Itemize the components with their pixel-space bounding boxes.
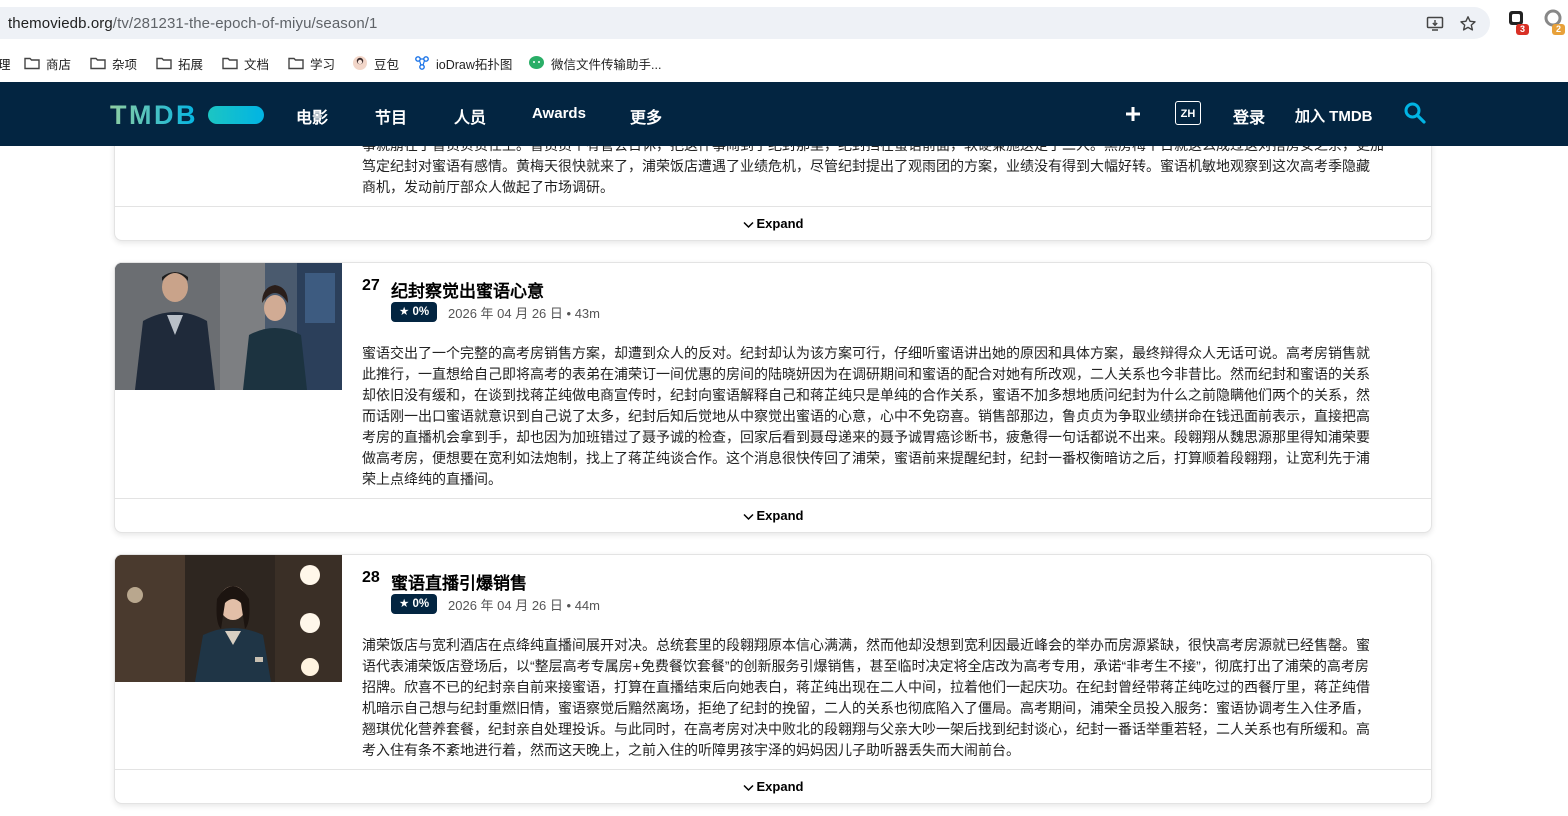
tmdb-logo[interactable]: TMDB <box>110 100 266 134</box>
extension-icon[interactable]: 2 <box>1543 8 1567 35</box>
episode-card: 27 纪封察觉出蜜语心意 ★ 0% 2026 年 04 月 26 日 • 43m… <box>114 262 1432 533</box>
overview-line: 招牌。欣喜不已的纪封亲自前来接蜜语，打算在直播结束后向她表白，蒋芷纯出现在二人中… <box>362 679 1370 695</box>
air-date: 2026 年 04 月 26 日 <box>448 306 563 321</box>
episode-title[interactable]: 蜜语直播引爆销售 <box>391 569 527 594</box>
tmdb-navbar: TMDB 电影 节目 人员 Awards 更多 ZH 登录 加入 TMDB <box>0 82 1568 146</box>
folder-icon <box>288 56 304 70</box>
extension-badge-count: 3 <box>1520 24 1526 34</box>
bookmark-label: 拓展 <box>178 57 204 72</box>
episode-meta: 2026 年 04 月 26 日 • 43m <box>448 306 600 321</box>
nav-link-people[interactable]: 人员 <box>454 104 486 128</box>
bookmark-label: ioDraw拓扑图 <box>436 57 513 72</box>
episode-still[interactable] <box>115 263 342 390</box>
bookmark-label: 学习 <box>310 57 336 72</box>
doubao-icon <box>352 55 368 71</box>
nav-link-awards[interactable]: Awards <box>532 105 586 122</box>
runtime: 44m <box>574 598 600 613</box>
overview-line: 考房的直播机会拿到手，却也因为加班错过了聂予诚的检查，回家后看到聂母递来的聂予诚… <box>362 429 1370 445</box>
folder-icon <box>222 56 238 70</box>
episode-card: 28 蜜语直播引爆销售 ★ 0% 2026 年 04 月 26 日 • 44m … <box>114 554 1432 804</box>
topology-icon <box>414 55 430 71</box>
bookmarks-bar: 理 商店 杂项 拓展 文档 学习 豆包 ioDraw拓扑图 微信文件传输助手..… <box>0 46 1568 80</box>
bookmark-label: 豆包 <box>374 57 400 72</box>
bookmark-star-icon[interactable] <box>1459 15 1477 33</box>
episode-overview: 蜜语交出了一个完整的高考房销售方案，却遭到众人的反对。纪封却认为该方案可行，仔细… <box>362 343 1402 490</box>
bookmark-label: 文档 <box>244 57 270 72</box>
folder-icon <box>24 56 40 70</box>
nav-link-tv[interactable]: 节目 <box>375 104 407 128</box>
overview-line: 机暗示自己想与纪封重燃旧情，蜜语察觉后黯然离场，拒绝了纪封的挽留，二人的关系也彻… <box>362 700 1370 716</box>
overview-line: 而话刚一出口蜜语就意识到自己说了太多，纪封后知后觉地从中察觉出蜜语的心意，心中不… <box>362 408 1370 424</box>
expand-label: Expand <box>756 779 804 794</box>
extension-badge-count: 2 <box>1556 24 1562 34</box>
rating-badge: ★ 0% <box>391 594 438 614</box>
extension-icon[interactable]: 3 <box>1507 8 1531 35</box>
url-host: themoviedb.org <box>8 15 113 32</box>
install-app-icon[interactable] <box>1426 15 1444 33</box>
runtime: 43m <box>574 306 600 321</box>
login-link[interactable]: 登录 <box>1233 104 1265 128</box>
bookmark-label: 商店 <box>46 57 72 72</box>
bookmark-item[interactable]: ioDraw拓扑图 <box>414 54 512 72</box>
url-path: /tv/281231-the-epoch-of-miyu/season/1 <box>112 15 378 32</box>
episode-still[interactable] <box>115 555 342 682</box>
folder-icon <box>156 56 172 70</box>
episode-number: 28 <box>362 569 380 586</box>
wechat-icon <box>528 55 545 71</box>
address-bar[interactable]: themoviedb.org/tv/281231-the-epoch-of-mi… <box>0 7 1490 39</box>
nav-link-more[interactable]: 更多 <box>630 104 662 128</box>
search-icon[interactable] <box>1403 101 1427 130</box>
expand-button[interactable]: Expand <box>115 498 1431 532</box>
bookmark-label: 微信文件传输助手... <box>551 57 662 72</box>
add-icon[interactable] <box>1124 105 1142 128</box>
air-date: 2026 年 04 月 26 日 <box>448 598 563 613</box>
expand-button[interactable]: Expand <box>115 769 1431 803</box>
bookmark-item[interactable]: 文档 <box>222 54 269 72</box>
nav-link-movies[interactable]: 电影 <box>296 104 328 128</box>
url-text[interactable]: themoviedb.org/tv/281231-the-epoch-of-mi… <box>8 15 377 32</box>
overview-line: 蜜语交出了一个完整的高考房销售方案，却遭到众人的反对。纪封却认为该方案可行，仔细… <box>362 345 1370 361</box>
overview-line: 此推行，一直想给自己即将高考的表弟在浦荣订一间优惠的房间的陆晓妍因为在调研期间和… <box>362 366 1370 382</box>
overview-line: 却依旧没有缓和，在谈到找蒋芷纯做电商宣传时，纪封向蜜语解释自己和蒋芷纯只是单纯的… <box>362 387 1370 403</box>
chevron-down-icon <box>742 509 754 524</box>
rating-badge: ★ 0% <box>391 302 438 322</box>
logo-text: TMDB <box>110 101 198 129</box>
expand-label: Expand <box>756 216 804 231</box>
episode-title[interactable]: 纪封察觉出蜜语心意 <box>391 277 544 302</box>
bookmark-item[interactable]: 商店 <box>24 54 71 72</box>
episode-meta: 2026 年 04 月 26 日 • 44m <box>448 598 600 613</box>
overview-line: 商机，发动前厅部众人做起了市场调研。 <box>362 179 614 195</box>
bookmark-item[interactable]: 学习 <box>288 54 335 72</box>
overview-line: 荣上点绛纯的直播间。 <box>362 471 502 487</box>
bookmark-item[interactable]: 拓展 <box>156 54 203 72</box>
expand-button[interactable]: Expand <box>115 206 1431 240</box>
expand-label: Expand <box>756 508 804 523</box>
overview-line: 笃定纪封对蜜语有感情。黄梅天很快就来了，浦荣饭店遭遇了业绩危机，尽管纪封提出了观… <box>362 158 1370 174</box>
overview-line: 浦荣饭店与宽利酒店在点绛纯直播间展开对决。总统套里的段翱翔原本信心满满，然而他却… <box>362 637 1370 653</box>
language-selector[interactable]: ZH <box>1175 101 1201 125</box>
bookmark-partial[interactable]: 理 <box>0 54 11 72</box>
join-link[interactable]: 加入 TMDB <box>1295 105 1373 126</box>
overview-line: 翘琪优化营养套餐，纪封亲自处理投诉。与此同时，在高考房对决中败北的段翱翔与父亲大… <box>362 721 1370 737</box>
bookmark-item[interactable]: 微信文件传输助手... <box>528 54 661 72</box>
overview-line: 考入住有条不紊地进行着，然而这天晚上，之前入住的听障男孩宇泽的妈妈因儿子助听器丢… <box>362 742 1020 758</box>
bookmark-label: 杂项 <box>112 57 138 72</box>
folder-icon <box>90 56 106 70</box>
chevron-down-icon <box>742 217 754 232</box>
bookmark-item[interactable]: 杂项 <box>90 54 137 72</box>
browser-url-bar: themoviedb.org/tv/281231-the-epoch-of-mi… <box>0 0 1568 46</box>
episode-overview: 浦荣饭店与宽利酒店在点绛纯直播间展开对决。总统套里的段翱翔原本信心满满，然而他却… <box>362 635 1407 761</box>
episode-number: 27 <box>362 277 380 294</box>
overview-line: 语代表浦荣饭店登场后，以“整层高考专属房+免费餐饮套餐”的创新服务引爆销售，甚至… <box>362 658 1369 674</box>
overview-line: 做高考房，便想要在宽利如法炮制，找上了蒋芷纯谈合作。这个消息很快传回了浦荣，蜜语… <box>362 450 1370 466</box>
bookmark-item[interactable]: 豆包 <box>352 54 399 72</box>
chevron-down-icon <box>742 780 754 795</box>
